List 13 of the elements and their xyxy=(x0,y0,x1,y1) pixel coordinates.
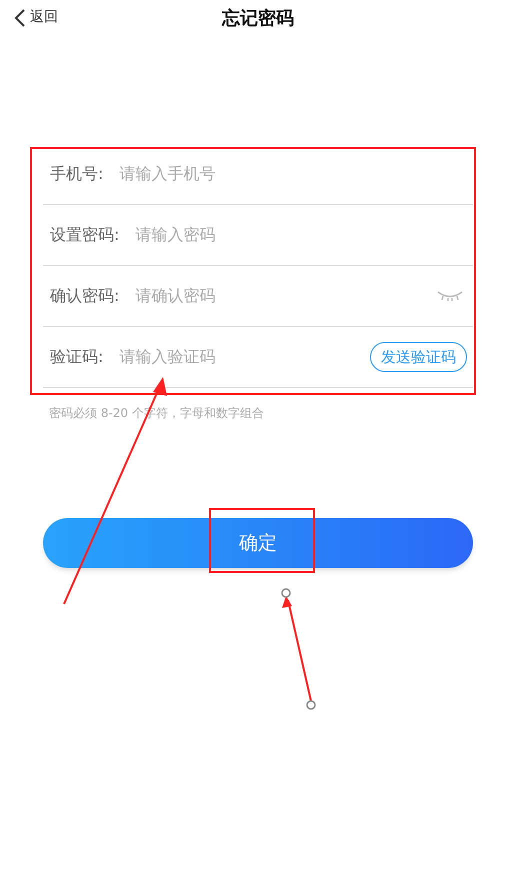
field-label: 手机号: xyxy=(50,163,104,185)
back-button[interactable]: 返回 xyxy=(14,7,58,28)
input-field[interactable]: 请输入验证码 xyxy=(119,345,370,369)
input-field[interactable]: 请输入密码 xyxy=(135,223,473,247)
field-label: 确认密码: xyxy=(50,285,120,307)
page-title: 忘记密码 xyxy=(222,6,294,30)
field-label: 设置密码: xyxy=(50,224,120,246)
send-code-button[interactable]: 发送验证码 xyxy=(370,342,467,372)
input-field[interactable]: 请输入手机号 xyxy=(119,162,473,186)
confirm-button[interactable]: 确定 xyxy=(43,518,473,568)
field-label: 验证码: xyxy=(50,346,104,368)
input-field[interactable]: 请确认密码 xyxy=(135,284,437,308)
closed-eye-icon[interactable] xyxy=(437,290,463,302)
